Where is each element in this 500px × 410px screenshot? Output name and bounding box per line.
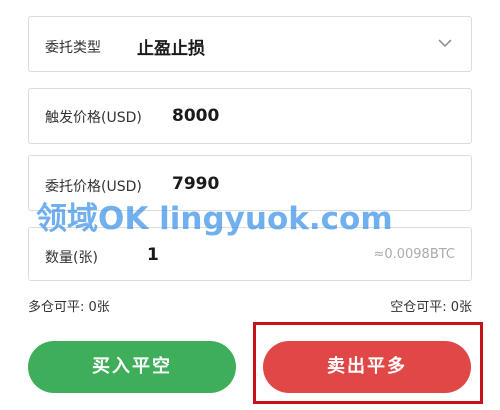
available-long-text: 多仓可平: 0张 xyxy=(28,300,110,315)
trigger-price-label: 触发价格(USD) xyxy=(45,110,142,126)
buy-close-short-button[interactable]: 买入平空 xyxy=(28,341,236,393)
order-price-label: 委托价格(USD) xyxy=(45,179,142,195)
quantity-label: 数量(张) xyxy=(45,250,98,266)
available-short-text: 空仓可平: 0张 xyxy=(390,300,472,315)
chevron-down-icon[interactable] xyxy=(437,35,453,51)
quantity-field[interactable]: 数量(张) 1 ≈0.0098BTC xyxy=(28,227,472,281)
order-type-label: 委托类型 xyxy=(45,40,101,56)
sell-button-highlight-frame xyxy=(253,322,483,404)
quantity-btc-hint: ≈0.0098BTC xyxy=(373,247,455,262)
order-price-input[interactable]: 7990 xyxy=(172,174,219,194)
quantity-input[interactable]: 1 xyxy=(147,245,159,265)
trigger-price-input[interactable]: 8000 xyxy=(172,106,219,126)
order-price-field[interactable]: 委托价格(USD) 7990 xyxy=(28,155,472,211)
order-type-value: 止盈止损 xyxy=(137,39,205,59)
order-type-select[interactable]: 委托类型 止盈止损 xyxy=(28,16,472,72)
trigger-price-field[interactable]: 触发价格(USD) 8000 xyxy=(28,88,472,144)
